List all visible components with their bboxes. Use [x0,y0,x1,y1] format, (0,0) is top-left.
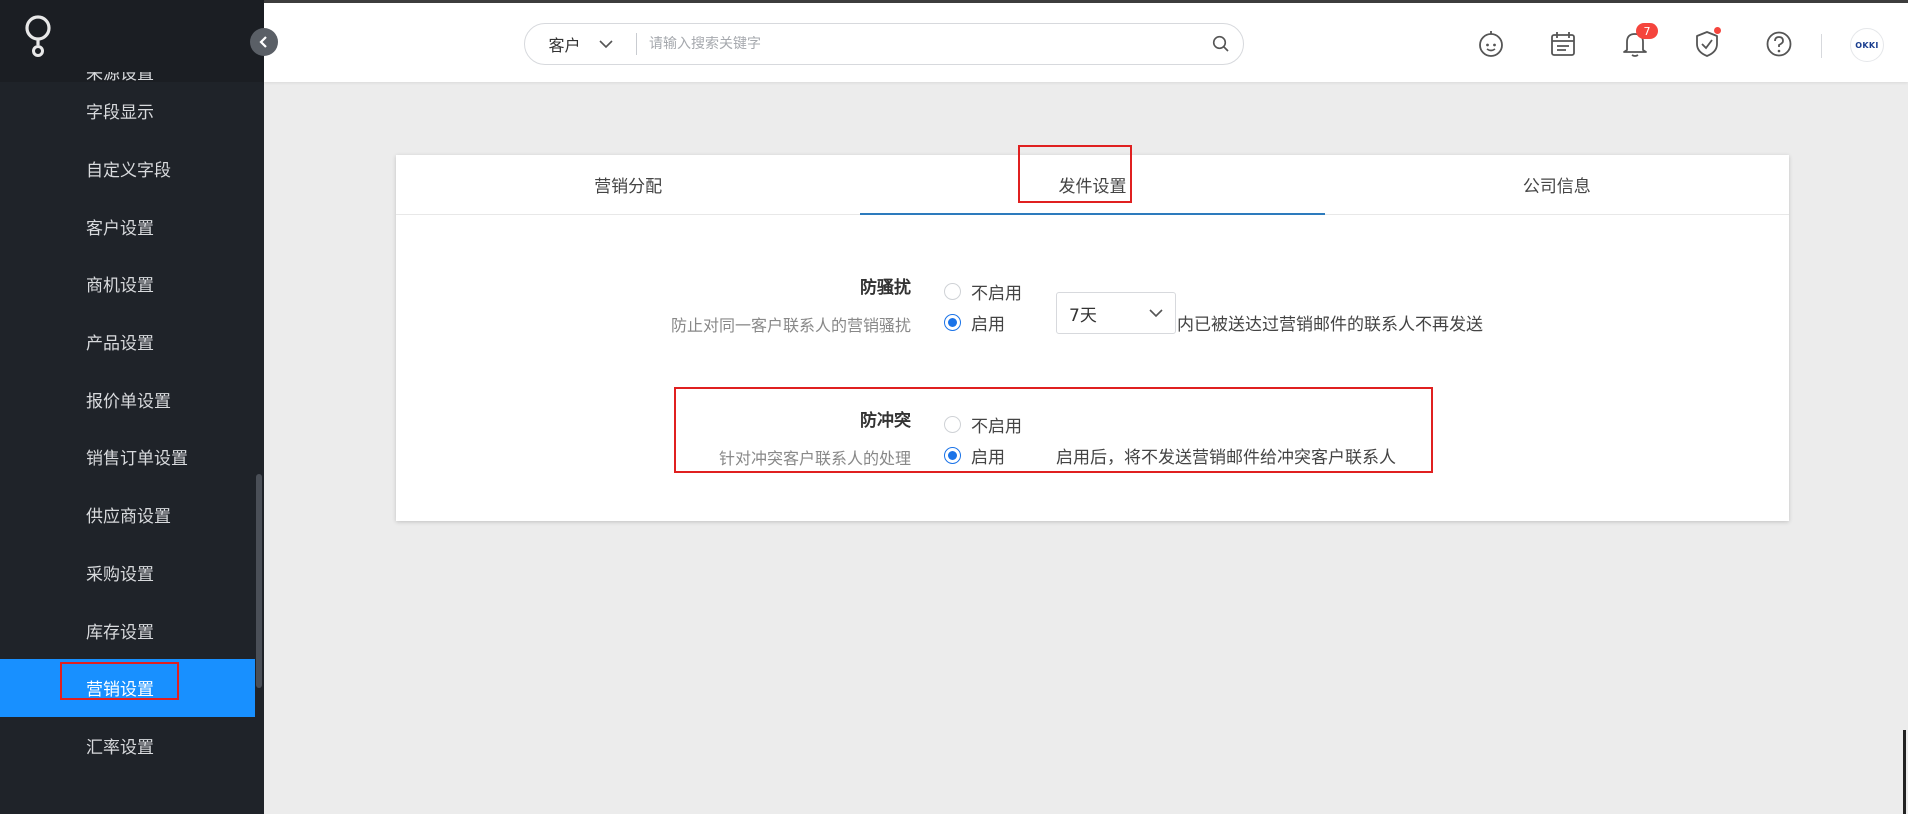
sidebar-scrollbar[interactable] [256,474,262,688]
radio-label: 启用 [971,448,1005,468]
search-scope-select[interactable]: 客户 [525,33,637,55]
settings-tabs: 营销分配 发件设置 公司信息 [396,145,1789,215]
security-alert-dot [1714,27,1721,34]
sidebar-item[interactable]: 供应商设置 [0,486,264,544]
security-button[interactable] [1692,27,1722,59]
global-search: 客户 [524,23,1244,65]
sidebar-item-label: 汇率设置 [86,737,154,758]
sidebar-item[interactable]: 字段显示 [0,82,264,140]
sidebar-item-label: 采购设置 [86,564,154,585]
chevron-down-icon [598,39,613,48]
radio-dot [944,283,961,300]
sidebar-collapse-button[interactable] [250,28,278,56]
anti-conflict-on-radio[interactable]: 启用 [944,443,1005,468]
sidebar-item-label: 库存设置 [86,622,154,643]
sidebar-item-label: 供应商设置 [86,507,171,528]
settings-card: 营销分配 发件设置 公司信息 防骚扰 防止对同一客户联系人的营销骚扰 不启用 启… [396,145,1789,521]
shield-check-icon [1696,31,1718,57]
harassment-period-select[interactable]: 7天 [1056,292,1176,334]
logo-area [0,0,264,82]
sidebar-item-label: 字段显示 [86,103,154,124]
anti-harassment-off-radio[interactable]: 不启用 [944,279,1022,304]
tab-marketing-allocation[interactable]: 营销分配 [396,155,860,214]
anti-conflict-title: 防冲突 [860,411,911,431]
anti-harassment-desc: 防止对同一客户联系人的营销骚扰 [670,316,911,335]
sidebar-item-label: 销售订单设置 [86,449,188,470]
radio-label: 启用 [971,315,1005,335]
radio-dot [944,314,961,331]
assistant-face-icon [1479,31,1503,57]
help-button[interactable] [1764,29,1794,59]
sidebar-item[interactable]: 商机设置 [0,255,264,313]
radio-label: 不启用 [971,284,1022,304]
anti-conflict-off-radio[interactable]: 不启用 [944,412,1022,437]
sidebar-item[interactable]: 销售订单设置 [0,428,264,486]
avatar-text: OKKI [1855,40,1879,50]
conflict-note: 启用后，将不发送营销邮件给冲突客户联系人 [1056,448,1396,468]
top-header: 客户 7 OKKI [264,0,1908,82]
harassment-suffix: 内已被送达过营销邮件的联系人不再发送 [1177,315,1483,335]
sidebar-item[interactable]: 自定义字段 [0,140,264,198]
radio-label: 不启用 [971,417,1022,437]
sidebar-item[interactable]: 库存设置 [0,601,264,659]
anti-harassment-title: 防骚扰 [860,278,911,298]
sidebar: 来源设置 字段显示 自定义字段 客户设置 商机设置 产品设置 报价单设置 销售订单设置 供应商… [0,0,278,814]
sidebar-item-label: 客户设置 [86,218,154,239]
anti-harassment-on-radio[interactable]: 启用 [944,310,1005,335]
notification-badge: 7 [1636,23,1658,39]
period-value: 7天 [1069,305,1097,326]
sidebar-item-label: 自定义字段 [86,161,171,182]
search-input[interactable] [637,36,1199,52]
tab-label: 营销分配 [594,177,663,197]
chevron-down-icon [1149,308,1163,317]
header-divider [1821,34,1822,58]
sidebar-item-label: 商机设置 [86,276,154,297]
anti-conflict-label: 防冲突 针对冲突客户联系人的处理 [719,406,911,469]
window-edge [1903,730,1906,814]
radio-dot [944,416,961,433]
user-avatar[interactable]: OKKI [1850,28,1884,62]
anti-conflict-desc: 针对冲突客户联系人的处理 [718,449,911,468]
sidebar-item[interactable]: 客户设置 [0,197,264,255]
search-scope-label: 客户 [548,36,581,55]
sidebar-item[interactable]: 报价单设置 [0,370,264,428]
radio-dot [944,447,961,464]
tab-company-info[interactable]: 公司信息 [1325,155,1789,214]
anti-harassment-label: 防骚扰 防止对同一客户联系人的营销骚扰 [671,273,911,336]
tab-sending-settings[interactable]: 发件设置 [860,145,1325,215]
highlight-box [60,661,179,700]
highlight-box [1018,145,1133,203]
logo-icon [25,15,51,57]
sidebar-item[interactable]: 产品设置 [0,313,264,371]
calendar-button[interactable] [1548,29,1578,59]
tab-label: 公司信息 [1522,177,1591,197]
sidebar-item[interactable]: 营销设置 [0,658,255,717]
search-button[interactable] [1199,35,1243,53]
notification-button[interactable]: 7 [1620,23,1658,59]
sidebar-item[interactable]: 汇率设置 [0,717,264,775]
sidebar-item[interactable]: 采购设置 [0,544,264,602]
assistant-button[interactable] [1476,29,1506,59]
chevron-left-icon [259,36,267,48]
calendar-icon [1551,32,1575,56]
help-icon [1766,31,1792,57]
sidebar-item-label: 产品设置 [86,334,154,355]
sidebar-item-label: 报价单设置 [86,391,171,412]
search-icon [1212,35,1229,52]
sidebar-menu: 字段显示自定义字段客户设置商机设置产品设置报价单设置销售订单设置 供应商设置采购设… [0,82,264,774]
